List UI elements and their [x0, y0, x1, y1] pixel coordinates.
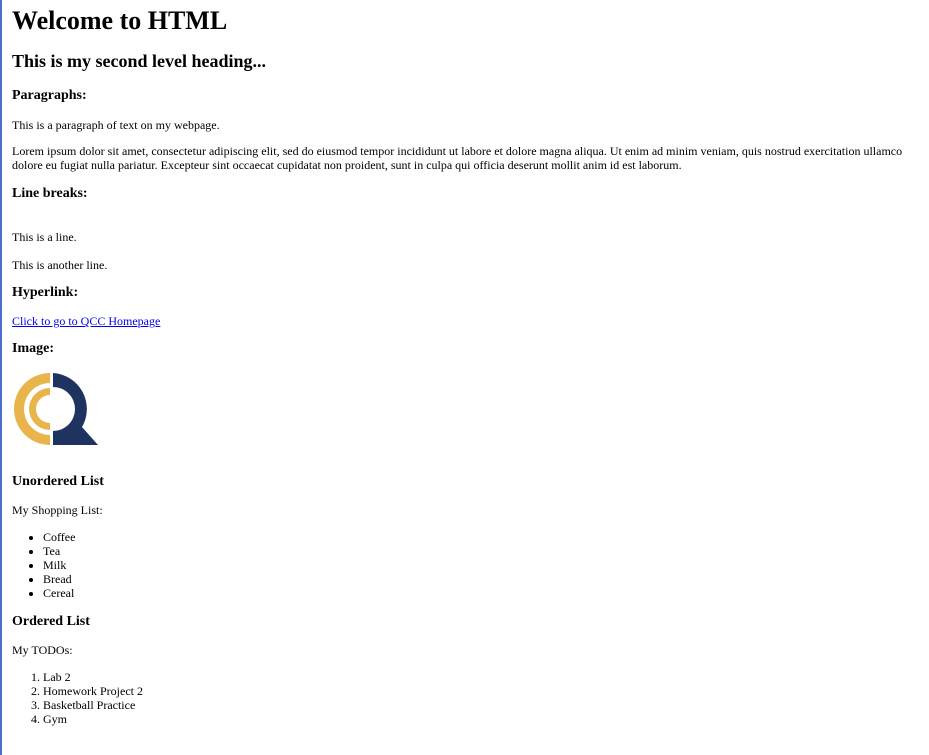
paragraphs-heading: Paragraphs: — [12, 88, 87, 103]
lorem-paragraph: Lorem ipsum dolor sit amet, consectetur … — [12, 144, 903, 172]
list-item: Lab 2 — [43, 670, 927, 684]
list-item: Bread — [43, 572, 927, 586]
line-two: This is another line. — [12, 258, 108, 272]
page-title: Welcome to HTML — [12, 6, 228, 35]
list-item: Homework Project 2 — [43, 684, 927, 698]
list-item: Milk — [43, 558, 927, 572]
list-item: Coffee — [43, 530, 927, 544]
list-item: Gym — [43, 712, 927, 726]
qcc-logo-icon — [14, 373, 98, 445]
line-breaks-heading: Line breaks: — [12, 186, 88, 201]
todo-list: Lab 2 Homework Project 2 Basketball Prac… — [12, 670, 927, 726]
list-item: Basketball Practice — [43, 698, 927, 712]
intro-paragraph: This is a paragraph of text on my webpag… — [12, 118, 220, 132]
hyperlink-heading: Hyperlink: — [12, 285, 79, 300]
ordered-list-heading: Ordered List — [12, 614, 90, 629]
shopping-list: Coffee Tea Milk Bread Cereal — [12, 530, 927, 600]
page-content: Welcome to HTML This is my second level … — [12, 0, 927, 726]
image-heading: Image: — [12, 341, 54, 356]
list-item: Cereal — [43, 586, 927, 600]
todos-label: My TODOs: — [12, 643, 73, 657]
shopping-list-label: My Shopping List: — [12, 503, 103, 517]
line-one: This is a line. — [12, 230, 77, 244]
left-border — [0, 0, 2, 755]
second-level-heading: This is my second level heading... — [12, 51, 267, 71]
list-item: Tea — [43, 544, 927, 558]
unordered-list-heading: Unordered List — [12, 474, 104, 489]
qcc-homepage-link[interactable]: Click to go to QCC Homepage — [12, 314, 160, 328]
